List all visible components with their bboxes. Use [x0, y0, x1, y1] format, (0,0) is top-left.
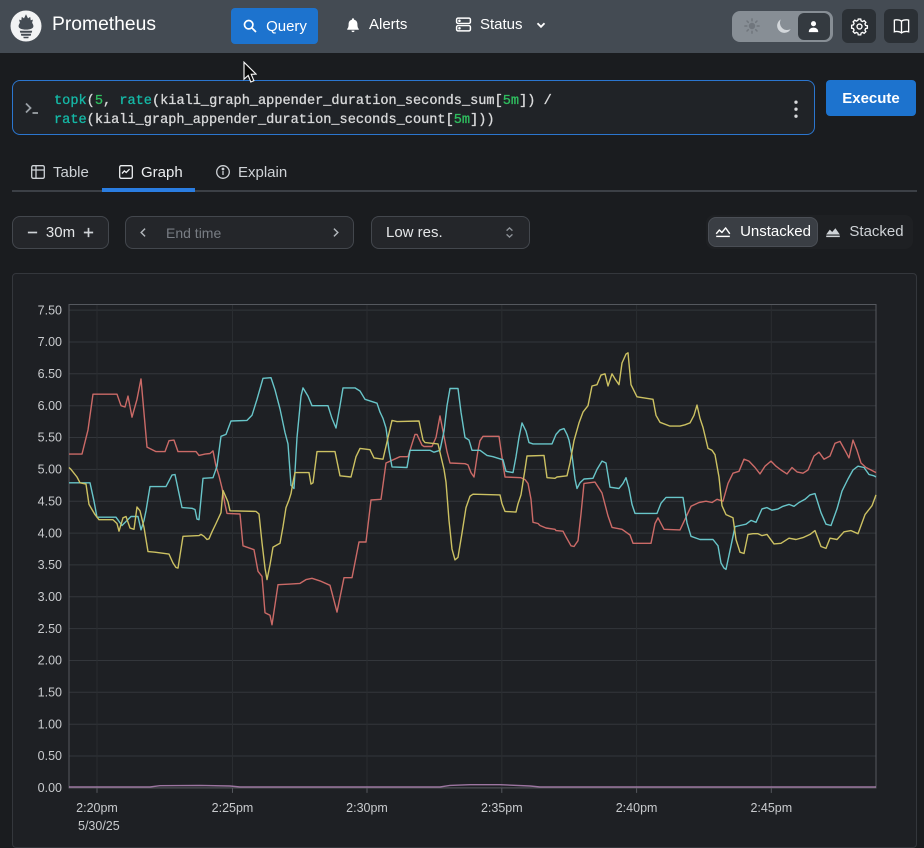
- svg-text:2:45pm: 2:45pm: [750, 801, 792, 815]
- svg-text:0.50: 0.50: [38, 749, 62, 763]
- svg-text:4.00: 4.00: [38, 526, 62, 540]
- svg-text:2:25pm: 2:25pm: [212, 801, 254, 815]
- svg-text:6.00: 6.00: [38, 399, 62, 413]
- svg-text:7.00: 7.00: [38, 335, 62, 349]
- svg-text:5/30/25: 5/30/25: [78, 819, 120, 833]
- svg-text:2:20pm: 2:20pm: [76, 801, 118, 815]
- svg-text:1.50: 1.50: [38, 686, 62, 700]
- svg-text:2:40pm: 2:40pm: [616, 801, 658, 815]
- svg-text:1.00: 1.00: [38, 717, 62, 731]
- svg-text:2.00: 2.00: [38, 654, 62, 668]
- svg-text:2.50: 2.50: [38, 622, 62, 636]
- svg-text:5.50: 5.50: [38, 431, 62, 445]
- svg-text:7.50: 7.50: [38, 303, 62, 317]
- svg-text:2:30pm: 2:30pm: [346, 801, 388, 815]
- svg-text:3.00: 3.00: [38, 590, 62, 604]
- svg-text:2:35pm: 2:35pm: [481, 801, 523, 815]
- svg-text:6.50: 6.50: [38, 367, 62, 381]
- svg-text:0.00: 0.00: [38, 781, 62, 795]
- svg-text:3.50: 3.50: [38, 558, 62, 572]
- svg-text:5.00: 5.00: [38, 463, 62, 477]
- svg-text:4.50: 4.50: [38, 494, 62, 508]
